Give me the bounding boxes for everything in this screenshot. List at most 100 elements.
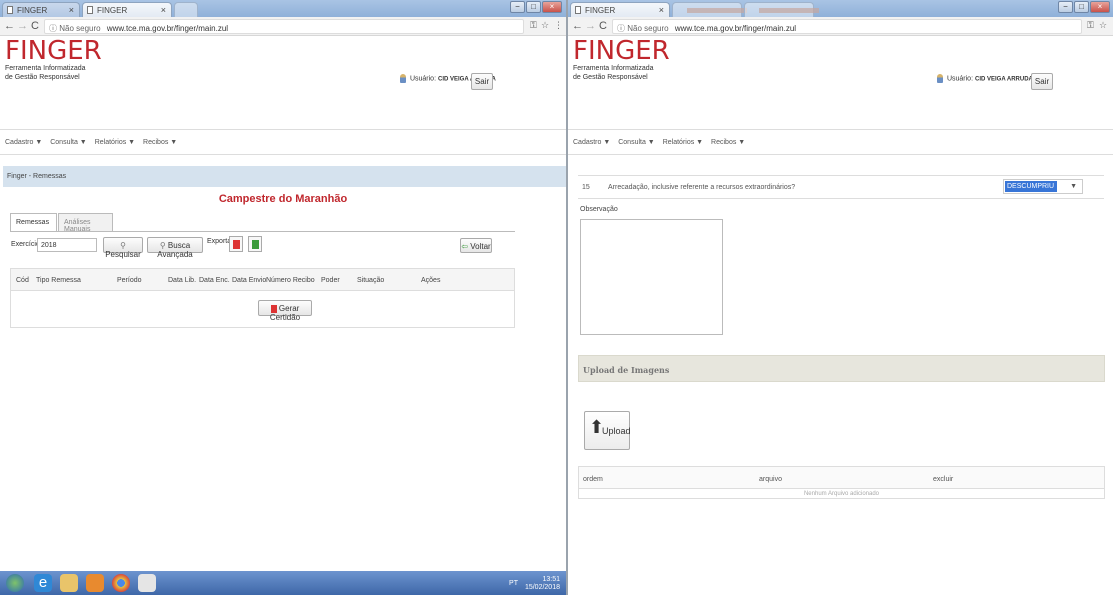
finger-logo: FINGER Ferramenta Informatizada de Gestã…: [5, 38, 102, 82]
column-header[interactable]: Ações: [421, 277, 440, 284]
window-close-icon[interactable]: ×: [1090, 1, 1110, 13]
export-pdf-button[interactable]: [229, 236, 243, 252]
column-header[interactable]: Situação: [357, 277, 384, 284]
menu-consulta[interactable]: Consulta ▼: [50, 139, 87, 146]
back-arrow-icon[interactable]: ←: [4, 20, 15, 32]
column-header[interactable]: arquivo: [759, 476, 782, 483]
upload-button-label: Upload: [602, 426, 631, 436]
file-explorer-icon[interactable]: [60, 574, 78, 592]
column-header[interactable]: Período: [117, 277, 142, 284]
browser-tab-2[interactable]: FINGER ×: [82, 2, 172, 17]
page-title: Campestre do Maranhão: [218, 193, 348, 205]
search-icon: ⚲: [159, 241, 166, 250]
page-icon: [87, 6, 93, 14]
key-icon[interactable]: ⚿: [1087, 20, 1094, 31]
advanced-search-button[interactable]: ⚲ Busca Avançada: [147, 237, 203, 259]
column-header[interactable]: ordem: [583, 476, 603, 483]
new-tab-button[interactable]: [174, 2, 198, 17]
user-icon: [400, 74, 406, 83]
column-header[interactable]: Tipo Remessa: [36, 277, 81, 284]
media-player-icon[interactable]: [86, 574, 104, 592]
key-icon[interactable]: ⚿: [530, 20, 537, 31]
chevron-down-icon: ▼: [1070, 183, 1077, 190]
url-field[interactable]: ⓘ Não seguro www.tce.ma.gov.br/finger/ma…: [612, 19, 1082, 34]
export-excel-button[interactable]: [248, 236, 262, 252]
browser-tab-label: FINGER: [585, 6, 616, 15]
column-header[interactable]: Data Enc.: [199, 277, 230, 284]
menu-recibos[interactable]: Recibos ▼: [711, 139, 745, 146]
question-number: 15: [582, 184, 590, 191]
forward-arrow-icon[interactable]: →: [585, 20, 596, 32]
menu-recibos[interactable]: Recibos ▼: [143, 139, 177, 146]
chrome-icon[interactable]: [112, 574, 130, 592]
tab-remessas[interactable]: Remessas: [10, 213, 57, 231]
upload-section-header: Upload de Imagens: [578, 355, 1105, 382]
logout-button[interactable]: Sair: [1031, 73, 1053, 90]
reload-icon[interactable]: C: [599, 20, 607, 32]
column-header[interactable]: Poder: [321, 277, 340, 284]
minimize-icon[interactable]: −: [510, 1, 525, 13]
column-header[interactable]: Número Recibo: [266, 277, 315, 284]
minimize-icon[interactable]: −: [1058, 1, 1073, 13]
browser-tab-blurred[interactable]: [744, 2, 819, 17]
maximize-icon[interactable]: □: [1074, 1, 1089, 13]
app-icon[interactable]: [138, 574, 156, 592]
column-header[interactable]: excluir: [933, 476, 953, 483]
upload-files-table: ordem arquivo excluir Nenhum Arquivo adi…: [578, 466, 1105, 499]
forward-arrow-icon[interactable]: →: [17, 20, 28, 32]
star-icon[interactable]: ☆: [541, 20, 549, 31]
observation-textarea[interactable]: [580, 219, 723, 335]
browser-tab-blurred[interactable]: [672, 2, 747, 17]
search-icon: ⚲: [120, 241, 126, 250]
url-field[interactable]: ⓘ Não seguro www.tce.ma.gov.br/finger/ma…: [44, 19, 524, 34]
close-icon[interactable]: ×: [69, 5, 74, 15]
close-icon[interactable]: ×: [161, 5, 166, 15]
pdf-icon: [270, 304, 277, 313]
menu-consulta[interactable]: Consulta ▼: [618, 139, 655, 146]
compliance-select[interactable]: DESCUMPRIU ▼: [1003, 179, 1083, 194]
tab-bar: FINGER × − □ ×: [568, 0, 1113, 17]
system-clock[interactable]: 13:51 15/02/2018: [525, 576, 560, 592]
menu-cadastro[interactable]: Cadastro ▼: [5, 139, 42, 146]
column-header[interactable]: Data Envio: [232, 277, 266, 284]
windows-taskbar: e PT 13:51 15/02/2018: [0, 571, 566, 595]
menu-relatorios[interactable]: Relatórios ▼: [95, 139, 135, 146]
upload-table-header: ordem arquivo excluir: [579, 467, 1104, 489]
generate-certificate-button[interactable]: Gerar Certidão: [258, 300, 312, 322]
back-button[interactable]: ⇦ Voltar: [460, 238, 492, 253]
column-header[interactable]: Cód: [16, 277, 29, 284]
page-icon: [7, 6, 13, 14]
search-button[interactable]: ⚲ Pesquisar: [103, 237, 143, 259]
back-arrow-icon[interactable]: ←: [572, 20, 583, 32]
address-bar: ← → C ⓘ Não seguro www.tce.ma.gov.br/fin…: [568, 17, 1113, 36]
start-button[interactable]: [6, 574, 24, 592]
language-indicator[interactable]: PT: [509, 580, 518, 587]
upload-button[interactable]: ⬆ Upload: [584, 411, 631, 450]
reload-icon[interactable]: C: [31, 20, 39, 32]
remessas-table-header: Cód Tipo Remessa Período Data Lib. Data …: [10, 268, 515, 291]
menu-dots-icon[interactable]: ⋮: [554, 20, 563, 31]
back-arrow-icon: ⇦: [461, 242, 468, 251]
menu-cadastro[interactable]: Cadastro ▼: [573, 139, 610, 146]
exercise-input[interactable]: 2018: [37, 238, 97, 252]
logo-subtitle-2: de Gestão Responsável: [5, 74, 80, 81]
main-menu: Cadastro ▼ Consulta ▼ Relatórios ▼ Recib…: [568, 129, 1113, 155]
main-menu: Cadastro ▼ Consulta ▼ Relatórios ▼ Recib…: [0, 129, 566, 155]
tab-bar: FINGER × FINGER × − □ ×: [0, 0, 566, 17]
browser-tab-1[interactable]: FINGER ×: [570, 2, 670, 17]
browser-tab-1[interactable]: FINGER ×: [2, 2, 80, 17]
security-indicator[interactable]: ⓘ Não seguro: [617, 24, 669, 33]
logout-button[interactable]: Sair: [471, 73, 493, 90]
star-icon[interactable]: ☆: [1099, 20, 1107, 31]
security-indicator[interactable]: ⓘ Não seguro: [49, 24, 101, 33]
url-text: www.tce.ma.gov.br/finger/main.zul: [674, 24, 797, 33]
tab-analises-manuais[interactable]: Análises Manuais: [58, 213, 113, 233]
menu-relatorios[interactable]: Relatórios ▼: [663, 139, 703, 146]
close-icon[interactable]: ×: [659, 5, 664, 15]
browser-tab-label: FINGER: [97, 6, 128, 15]
maximize-icon[interactable]: □: [526, 1, 541, 13]
window-close-icon[interactable]: ×: [542, 1, 562, 13]
column-header[interactable]: Data Lib.: [168, 277, 196, 284]
internet-explorer-icon[interactable]: e: [34, 574, 52, 592]
question-text: Arrecadação, inclusive referente a recur…: [608, 184, 796, 191]
